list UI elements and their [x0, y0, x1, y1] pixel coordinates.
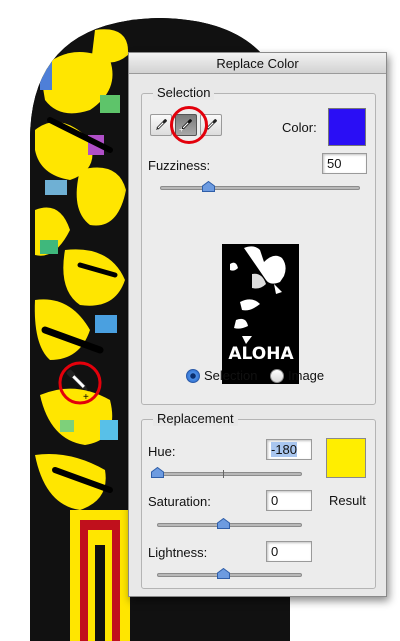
preview-text: ALOHA: [228, 344, 294, 364]
saturation-label: Saturation:: [148, 494, 211, 509]
saturation-field[interactable]: 0: [266, 490, 312, 511]
selection-preview: ALOHA: [222, 244, 299, 384]
eyedropper-icon: [156, 119, 167, 130]
hue-field[interactable]: -180: [266, 439, 312, 460]
selection-group: Selection + − Color: Fuzziness: 50 ALOHA: [141, 85, 376, 405]
lightness-label: Lightness:: [148, 545, 208, 560]
fuzziness-field[interactable]: 50: [322, 153, 367, 174]
selection-color-swatch[interactable]: [328, 108, 366, 146]
highlight-circle: [170, 106, 208, 144]
hue-slider-thumb[interactable]: [151, 467, 164, 478]
dialog-title[interactable]: Replace Color: [129, 53, 386, 74]
result-label: Result: [329, 493, 366, 508]
selection-radio-label: Selection: [204, 368, 258, 383]
svg-text:+: +: [83, 392, 89, 403]
eyedropper-cursor: +: [57, 360, 103, 406]
hue-slider-track[interactable]: [157, 472, 302, 476]
saturation-value: 0: [271, 493, 279, 508]
result-color-swatch[interactable]: [326, 438, 366, 478]
hue-label: Hue:: [148, 444, 176, 459]
image-radio-label: Image: [288, 368, 325, 383]
hue-center-tick: [223, 470, 224, 478]
replacement-legend: Replacement: [153, 411, 238, 426]
fuzziness-slider-track[interactable]: [160, 186, 360, 190]
fuzziness-value: 50: [327, 156, 342, 171]
lightness-field[interactable]: 0: [266, 541, 312, 562]
lightness-slider-thumb[interactable]: [217, 568, 230, 579]
selection-legend: Selection: [153, 85, 215, 100]
lightness-value: 0: [271, 544, 279, 559]
color-label: Color:: [282, 120, 317, 135]
fuzziness-label: Fuzziness:: [148, 158, 211, 173]
fuzziness-slider-thumb[interactable]: [202, 181, 215, 192]
selection-radio[interactable]: [186, 369, 200, 383]
image-radio[interactable]: [270, 369, 284, 383]
replace-color-dialog: Replace Color Selection + − Color: Fuzzi…: [128, 52, 387, 597]
hue-value: -180: [271, 442, 298, 457]
saturation-slider-thumb[interactable]: [217, 518, 230, 529]
